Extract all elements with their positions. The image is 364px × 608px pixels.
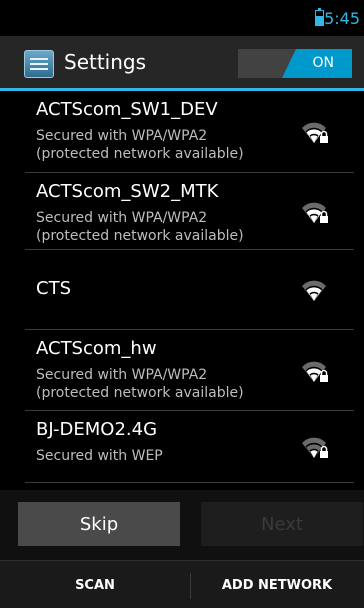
action-bar: Settings ON xyxy=(0,36,364,88)
network-name: ACTScom_SW1_DEV xyxy=(36,99,218,120)
lock-icon xyxy=(320,216,328,223)
wifi-signal-icon xyxy=(300,119,330,145)
network-name: BJ-DEMO2.4G xyxy=(36,419,158,440)
bottom-action-bar: SCAN ADD NETWORK xyxy=(0,560,364,608)
network-item[interactable]: CTS xyxy=(0,250,364,330)
battery-icon xyxy=(315,8,324,26)
wifi-toggle-on-thumb: ON xyxy=(282,49,352,78)
skip-button[interactable]: Skip xyxy=(18,502,180,546)
wifi-signal-icon xyxy=(300,358,330,384)
network-name: CTS xyxy=(36,278,71,299)
network-summary: Secured with WPA/WPA2 (protected network… xyxy=(36,367,244,401)
settings-app-icon[interactable] xyxy=(24,50,54,78)
lock-icon xyxy=(320,375,328,382)
lock-icon xyxy=(320,451,328,458)
network-item[interactable]: BJ-DEMO2.4G Secured with WEP xyxy=(0,411,364,483)
network-name: ACTScom_SW2_MTK xyxy=(36,181,219,202)
network-item[interactable]: ACTScom_hw Secured with WPA/WPA2 (protect… xyxy=(0,330,364,411)
network-item[interactable]: ACTScom_SW1_DEV Secured with WPA/WPA2 (pr… xyxy=(0,91,364,173)
wifi-toggle[interactable]: ON xyxy=(238,49,352,78)
button-bar: Skip Next xyxy=(0,490,364,560)
status-bar: 5:45 xyxy=(0,0,364,36)
wifi-toggle-label: ON xyxy=(312,55,335,71)
network-name: ACTScom_hw xyxy=(36,338,157,359)
status-time: 5:45 xyxy=(324,9,360,28)
wifi-signal-icon xyxy=(300,199,330,225)
lock-icon xyxy=(320,136,328,143)
action-bar-title[interactable]: Settings xyxy=(64,50,146,74)
network-summary: Secured with WPA/WPA2 (protected network… xyxy=(36,128,244,162)
scan-button[interactable]: SCAN xyxy=(0,561,190,608)
wifi-signal-icon xyxy=(300,277,330,303)
network-list: ACTScom_SW1_DEV Secured with WPA/WPA2 (pr… xyxy=(0,91,364,483)
network-summary: Secured with WEP xyxy=(36,448,163,464)
wifi-signal-icon xyxy=(300,434,330,460)
network-summary: Secured with WPA/WPA2 (protected network… xyxy=(36,210,244,244)
network-item[interactable]: ACTScom_SW2_MTK Secured with WPA/WPA2 (pr… xyxy=(0,173,364,250)
next-button[interactable]: Next xyxy=(201,502,363,546)
add-network-button[interactable]: ADD NETWORK xyxy=(190,561,364,608)
